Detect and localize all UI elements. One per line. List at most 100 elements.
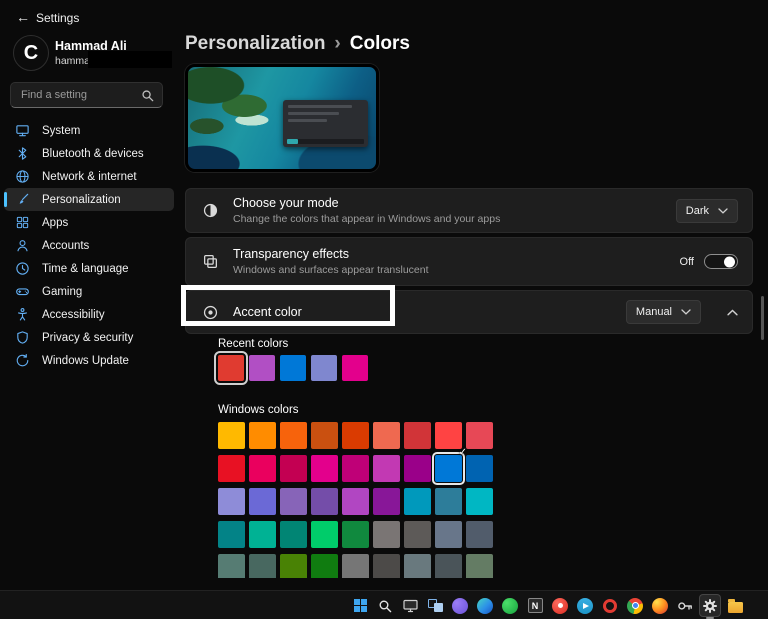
color-swatch[interactable] <box>249 422 276 449</box>
color-swatch[interactable] <box>280 521 307 548</box>
settings-app-button[interactable] <box>699 594 721 617</box>
color-swatch[interactable] <box>373 521 400 548</box>
scrollbar-thumb[interactable] <box>761 296 764 340</box>
color-swatch[interactable] <box>342 521 369 548</box>
color-swatch[interactable] <box>466 422 493 449</box>
discord-app-button[interactable] <box>449 594 471 617</box>
color-swatch[interactable] <box>249 554 276 578</box>
transparency-toggle[interactable] <box>704 254 738 269</box>
color-swatch[interactable] <box>311 521 338 548</box>
color-swatch[interactable] <box>342 554 369 578</box>
notion-app-button[interactable]: N <box>524 594 546 617</box>
sidebar-item-bluetooth-devices[interactable]: Bluetooth & devices <box>4 142 174 165</box>
color-swatch[interactable] <box>218 455 245 482</box>
color-swatch[interactable] <box>342 455 369 482</box>
color-swatch[interactable] <box>373 422 400 449</box>
color-swatch[interactable] <box>466 455 493 482</box>
desktop-app-button[interactable] <box>399 594 421 617</box>
passkey-app-button[interactable] <box>674 594 696 617</box>
color-swatch[interactable] <box>435 422 462 449</box>
color-swatch[interactable] <box>218 422 245 449</box>
red-app-button[interactable] <box>549 594 571 617</box>
theme-preview-image <box>185 64 379 172</box>
color-swatch[interactable] <box>435 554 462 578</box>
gear-icon <box>702 598 718 614</box>
sidebar-item-gaming[interactable]: Gaming <box>4 280 174 303</box>
sidebar-item-network-internet[interactable]: Network & internet <box>4 165 174 188</box>
avatar[interactable]: C <box>13 35 49 71</box>
color-swatch[interactable] <box>404 521 431 548</box>
start-button[interactable] <box>349 594 371 617</box>
color-swatch[interactable] <box>435 488 462 515</box>
color-swatch[interactable] <box>373 554 400 578</box>
color-swatch[interactable] <box>218 488 245 515</box>
telegram-app-button[interactable] <box>574 594 596 617</box>
color-swatch[interactable] <box>280 554 307 578</box>
edge-app-button[interactable] <box>474 594 496 617</box>
sidebar-item-windows-update[interactable]: Windows Update <box>4 349 174 372</box>
globe-icon <box>15 169 30 184</box>
chevron-up-icon[interactable] <box>727 309 738 316</box>
sidebar-item-label: Network & internet <box>42 171 137 183</box>
search-input[interactable]: Find a setting <box>10 82 163 108</box>
opera-icon <box>603 599 617 613</box>
color-swatch[interactable] <box>218 554 245 578</box>
color-swatch[interactable] <box>280 355 306 381</box>
accent-mode-dropdown[interactable]: Manual <box>626 300 701 324</box>
selected-indicator-pill <box>4 192 7 207</box>
app-title: Settings <box>36 11 79 25</box>
sidebar-item-personalization[interactable]: Personalization <box>4 188 174 211</box>
color-swatch[interactable] <box>373 455 400 482</box>
color-swatch[interactable] <box>342 422 369 449</box>
mode-dropdown[interactable]: Dark <box>676 199 738 223</box>
color-swatch[interactable] <box>404 488 431 515</box>
color-swatch[interactable] <box>404 422 431 449</box>
sidebar-item-time-language[interactable]: Time & language <box>4 257 174 280</box>
sidebar-item-accounts[interactable]: Accounts <box>4 234 174 257</box>
redaction-bar <box>88 51 172 68</box>
color-swatch[interactable] <box>280 455 307 482</box>
firefox-app-button[interactable] <box>649 594 671 617</box>
transparency-card[interactable]: Transparency effects Windows and surface… <box>185 237 753 286</box>
color-swatch[interactable] <box>466 554 493 578</box>
color-swatch[interactable] <box>249 521 276 548</box>
color-swatch[interactable] <box>280 488 307 515</box>
breadcrumb-parent[interactable]: Personalization <box>185 33 325 54</box>
sidebar-item-system[interactable]: System <box>4 119 174 142</box>
file-explorer-button[interactable] <box>724 594 746 617</box>
sidebar-item-accessibility[interactable]: Accessibility <box>4 303 174 326</box>
color-swatch[interactable] <box>466 488 493 515</box>
color-swatch[interactable] <box>342 488 369 515</box>
back-button[interactable]: ← <box>16 9 30 25</box>
color-swatch[interactable] <box>218 521 245 548</box>
task-view-button[interactable] <box>424 594 446 617</box>
color-swatch[interactable] <box>280 422 307 449</box>
chrome-app-button[interactable] <box>624 594 646 617</box>
color-swatch[interactable] <box>404 455 431 482</box>
color-swatch[interactable] <box>249 488 276 515</box>
color-swatch[interactable] <box>311 355 337 381</box>
color-swatch[interactable] <box>404 554 431 578</box>
red-app-icon <box>552 598 568 614</box>
color-swatch[interactable] <box>311 422 338 449</box>
choose-mode-card[interactable]: Choose your mode Change the colors that … <box>185 188 753 233</box>
color-swatch[interactable] <box>373 488 400 515</box>
color-swatch[interactable] <box>249 355 275 381</box>
telegram-icon <box>577 598 593 614</box>
color-swatch[interactable] <box>249 455 276 482</box>
color-swatch[interactable]: ✓ <box>435 455 462 482</box>
accent-color-card[interactable]: Accent color Manual <box>185 290 753 334</box>
opera-app-button[interactable] <box>599 594 621 617</box>
sidebar-item-label: Privacy & security <box>42 332 133 344</box>
color-swatch[interactable] <box>311 455 338 482</box>
color-swatch[interactable] <box>342 355 368 381</box>
color-swatch[interactable] <box>466 521 493 548</box>
color-swatch[interactable] <box>311 488 338 515</box>
color-swatch[interactable] <box>311 554 338 578</box>
sidebar-item-privacy-security[interactable]: Privacy & security <box>4 326 174 349</box>
taskbar-search-button[interactable] <box>374 594 396 617</box>
color-swatch[interactable] <box>435 521 462 548</box>
color-swatch[interactable] <box>218 355 244 381</box>
sidebar-item-apps[interactable]: Apps <box>4 211 174 234</box>
whatsapp-app-button[interactable] <box>499 594 521 617</box>
